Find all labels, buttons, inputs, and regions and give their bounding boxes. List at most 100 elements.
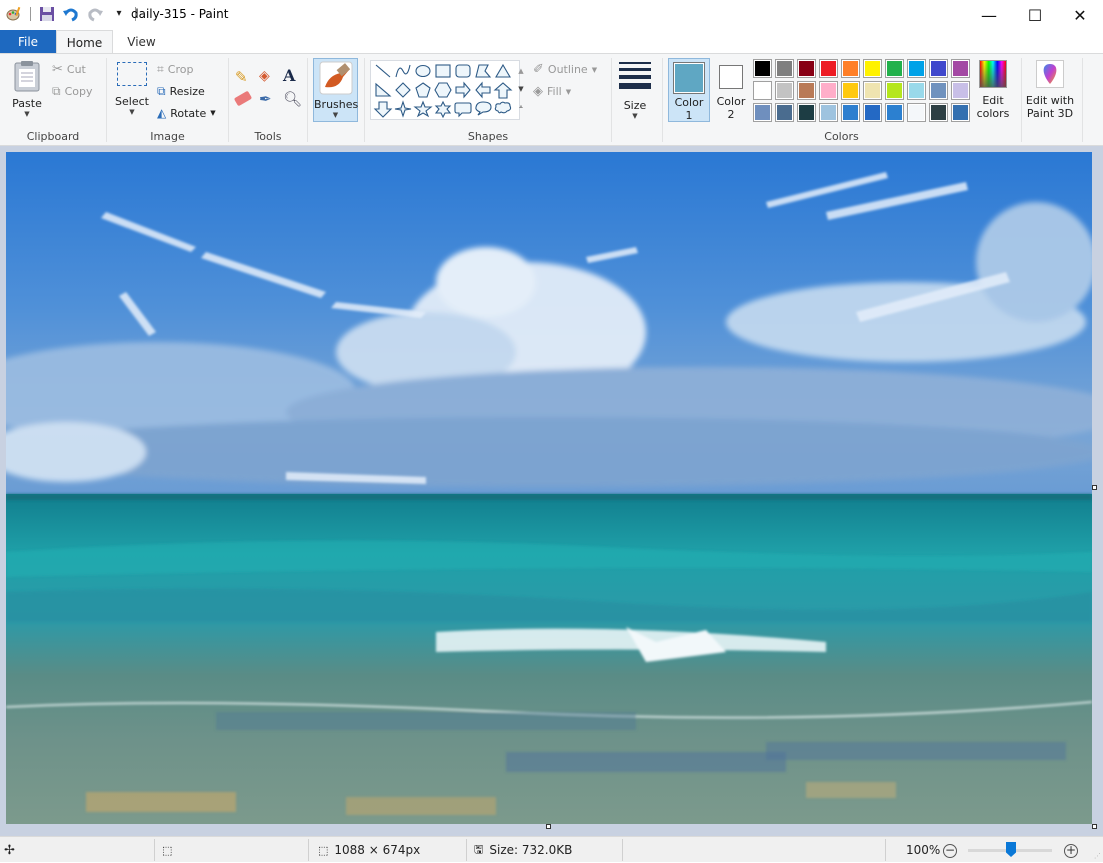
- drawing-canvas[interactable]: [6, 152, 1092, 824]
- resize-grip-icon[interactable]: ⋰: [1094, 852, 1101, 860]
- pencil-icon[interactable]: ✎: [235, 68, 248, 86]
- redo-icon[interactable]: [87, 6, 103, 22]
- zoom-slider-thumb[interactable]: [1006, 842, 1016, 857]
- text-tool-icon[interactable]: A: [283, 66, 295, 85]
- save-icon[interactable]: [39, 6, 55, 22]
- palette-swatch[interactable]: [797, 81, 816, 100]
- palette-swatch[interactable]: [929, 59, 948, 78]
- shape-hexagon[interactable]: [434, 82, 452, 98]
- shape-left-arrow[interactable]: [475, 81, 491, 99]
- palette-swatch[interactable]: [951, 81, 970, 100]
- tab-home[interactable]: Home: [56, 30, 113, 54]
- palette-swatch[interactable]: [841, 59, 860, 78]
- canvas-workspace[interactable]: [0, 146, 1103, 836]
- shape-curve[interactable]: [395, 64, 411, 78]
- size-button[interactable]: Size ▼: [615, 60, 655, 120]
- palette-swatch[interactable]: [841, 81, 860, 100]
- crop-button[interactable]: ⌗ Crop: [157, 62, 193, 77]
- maximize-button[interactable]: ☐: [1012, 0, 1058, 30]
- shape-oval-callout[interactable]: [475, 101, 492, 116]
- shape-triangle[interactable]: [495, 63, 511, 78]
- shape-rectangle[interactable]: [435, 64, 451, 78]
- select-dropdown-icon[interactable]: ▼: [114, 108, 150, 116]
- outline-dropdown-icon[interactable]: ▼: [592, 66, 597, 74]
- palette-swatch[interactable]: [841, 103, 860, 122]
- shape-rounded-callout[interactable]: [454, 102, 472, 118]
- shapes-scroll-down-icon[interactable]: ▼: [516, 80, 526, 98]
- shapes-expand-icon[interactable]: ⩡: [516, 98, 526, 116]
- palette-swatch[interactable]: [819, 59, 838, 78]
- shape-oval[interactable]: [415, 64, 431, 78]
- edit-colors-button[interactable]: Edit colors: [973, 60, 1013, 120]
- size-dropdown-icon[interactable]: ▼: [615, 112, 655, 120]
- shapes-scroll-up-icon[interactable]: ▲: [516, 62, 526, 80]
- palette-swatch[interactable]: [753, 59, 772, 78]
- brushes-dropdown-icon[interactable]: ▼: [314, 111, 357, 119]
- shape-rounded-rectangle[interactable]: [455, 64, 471, 78]
- brushes-button[interactable]: Brushes ▼: [313, 58, 358, 122]
- fill-button[interactable]: ◈ Fill ▼: [533, 84, 571, 99]
- palette-swatch[interactable]: [775, 81, 794, 100]
- fill-dropdown-icon[interactable]: ▼: [566, 88, 571, 96]
- customize-dropdown-icon[interactable]: ▾: [111, 6, 127, 22]
- color-picker-icon[interactable]: ✒: [259, 90, 272, 108]
- shape-four-point-star[interactable]: [394, 100, 412, 118]
- paint-app-icon[interactable]: [6, 6, 22, 22]
- shape-up-arrow[interactable]: [493, 82, 513, 99]
- palette-swatch[interactable]: [951, 103, 970, 122]
- rotate-button[interactable]: ◭ Rotate ▼: [157, 106, 216, 120]
- palette-swatch[interactable]: [819, 81, 838, 100]
- palette-swatch[interactable]: [929, 103, 948, 122]
- shape-pentagon[interactable]: [415, 82, 431, 98]
- palette-swatch[interactable]: [885, 81, 904, 100]
- undo-icon[interactable]: [63, 6, 79, 22]
- palette-swatch[interactable]: [885, 59, 904, 78]
- shape-six-point-star[interactable]: [434, 100, 452, 119]
- shape-polygon[interactable]: [475, 64, 492, 78]
- palette-swatch[interactable]: [863, 81, 882, 100]
- shape-down-arrow[interactable]: [373, 101, 393, 118]
- copy-button[interactable]: ⧉ Copy: [52, 84, 92, 99]
- palette-swatch[interactable]: [775, 59, 794, 78]
- paste-dropdown-icon[interactable]: ▼: [8, 110, 46, 118]
- palette-swatch[interactable]: [907, 103, 926, 122]
- rotate-dropdown-icon[interactable]: ▼: [210, 109, 215, 117]
- fill-bucket-icon[interactable]: ◈: [259, 68, 270, 84]
- resize-handle-right[interactable]: [1092, 485, 1097, 490]
- minimize-button[interactable]: —: [966, 0, 1012, 30]
- palette-swatch[interactable]: [907, 59, 926, 78]
- palette-swatch[interactable]: [797, 59, 816, 78]
- zoom-out-button[interactable]: −: [943, 844, 957, 858]
- eraser-icon[interactable]: [233, 90, 253, 107]
- palette-swatch[interactable]: [929, 81, 948, 100]
- palette-swatch[interactable]: [797, 103, 816, 122]
- shape-right-arrow[interactable]: [455, 81, 471, 99]
- palette-swatch[interactable]: [753, 81, 772, 100]
- shape-line[interactable]: [375, 64, 391, 78]
- resize-handle-corner[interactable]: [1092, 824, 1097, 829]
- palette-swatch[interactable]: [863, 59, 882, 78]
- color1-button[interactable]: Color 1: [668, 58, 710, 122]
- resize-button[interactable]: ⧉ Resize: [157, 84, 205, 99]
- shape-five-point-star[interactable]: [413, 100, 433, 118]
- palette-swatch[interactable]: [775, 103, 794, 122]
- magnifier-icon[interactable]: 🔍︎: [283, 90, 302, 108]
- zoom-in-button[interactable]: +: [1064, 844, 1078, 858]
- palette-swatch[interactable]: [819, 103, 838, 122]
- cut-button[interactable]: ✂ Cut: [52, 62, 86, 77]
- palette-swatch[interactable]: [907, 81, 926, 100]
- shape-diamond[interactable]: [395, 82, 411, 98]
- palette-swatch[interactable]: [885, 103, 904, 122]
- tab-view[interactable]: View: [113, 30, 170, 54]
- color2-button[interactable]: Color 2: [713, 58, 749, 121]
- outline-button[interactable]: ✐ Outline ▼: [533, 62, 597, 77]
- tab-file[interactable]: File: [0, 30, 56, 54]
- close-button[interactable]: ✕: [1057, 0, 1103, 30]
- palette-swatch[interactable]: [863, 103, 882, 122]
- palette-swatch[interactable]: [951, 59, 970, 78]
- resize-handle-bottom[interactable]: [546, 824, 551, 829]
- paste-button[interactable]: Paste ▼: [8, 60, 46, 118]
- palette-swatch[interactable]: [753, 103, 772, 122]
- edit-with-paint3d-button[interactable]: Edit with Paint 3D: [1023, 60, 1077, 120]
- shape-right-triangle[interactable]: [375, 82, 392, 97]
